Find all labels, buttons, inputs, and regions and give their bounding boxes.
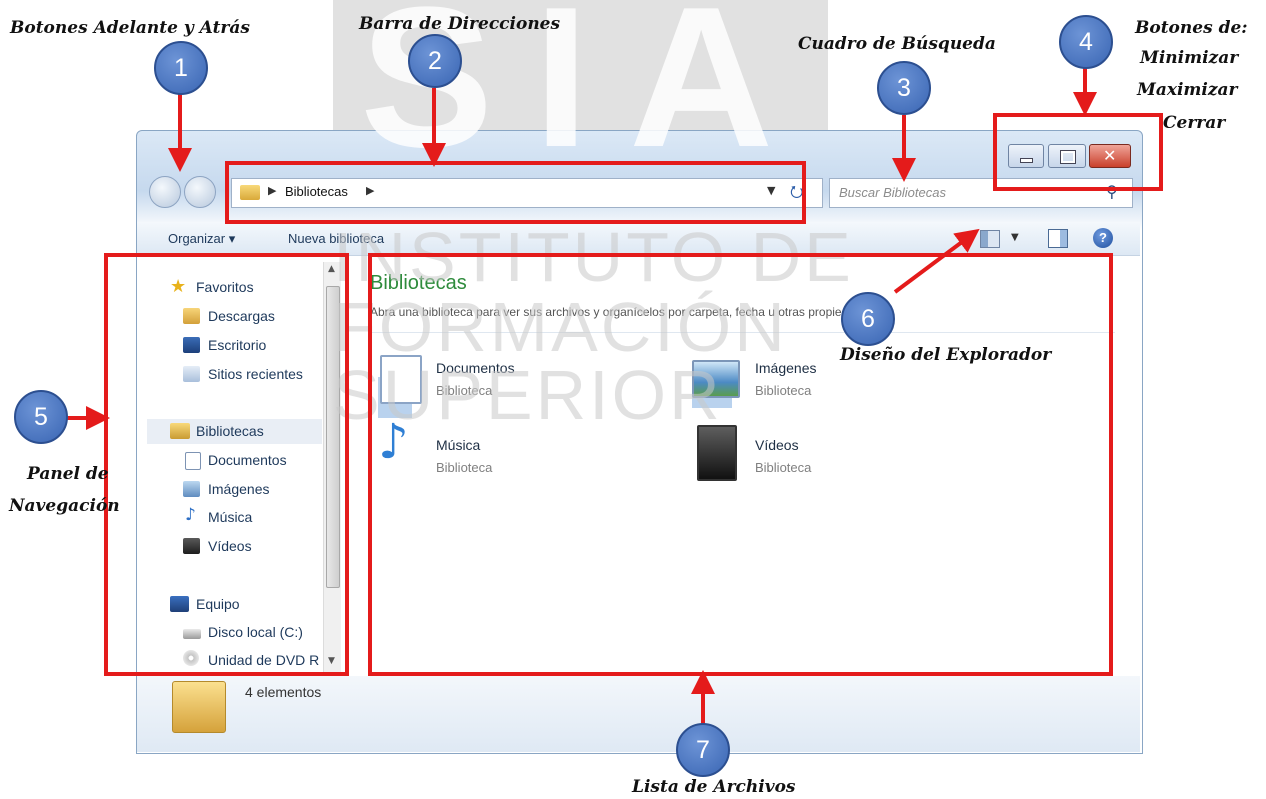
label-window-buttons-1: Botones de:: [1135, 18, 1248, 38]
preview-pane-icon[interactable]: [1048, 229, 1068, 248]
forward-button[interactable]: [184, 176, 216, 208]
address-bar-highlight: [225, 161, 806, 224]
label-window-buttons-4: Cerrar: [1163, 113, 1226, 133]
badge-6: 6: [841, 292, 895, 346]
label-file-list: Lista de Archivos: [632, 777, 796, 797]
item-count: 4 elementos: [245, 684, 322, 700]
label-window-buttons-3: Maximizar: [1137, 80, 1238, 100]
label-address-bar: Barra de Direcciones: [359, 14, 561, 34]
badge-4: 4: [1059, 15, 1113, 69]
search-input[interactable]: Buscar Bibliotecas: [839, 185, 946, 200]
label-nav-pane-2: Navegación: [9, 496, 120, 516]
libraries-large-icon: [172, 681, 226, 733]
badge-1: 1: [154, 41, 208, 95]
nav-pane-highlight: [104, 253, 349, 676]
label-window-buttons-2: Minimizar: [1140, 48, 1239, 68]
organize-button[interactable]: Organizar ▾: [168, 231, 235, 247]
badge-3: 3: [877, 61, 931, 115]
badge-5: 5: [14, 390, 68, 444]
help-icon[interactable]: ?: [1093, 228, 1113, 248]
label-nav-pane-1: Panel de: [27, 464, 109, 484]
view-options-icon[interactable]: [980, 230, 1000, 248]
badge-2: 2: [408, 34, 462, 88]
label-search-box: Cuadro de Búsqueda: [798, 34, 996, 54]
view-dropdown-icon[interactable]: ▼: [1011, 232, 1019, 243]
file-list-highlight: [368, 253, 1113, 676]
badge-7: 7: [676, 723, 730, 777]
window-buttons-highlight: [993, 113, 1163, 191]
back-button[interactable]: [149, 176, 181, 208]
label-layout: Diseño del Explorador: [840, 345, 1052, 365]
label-nav-buttons: Botones Adelante y Atrás: [10, 18, 250, 38]
